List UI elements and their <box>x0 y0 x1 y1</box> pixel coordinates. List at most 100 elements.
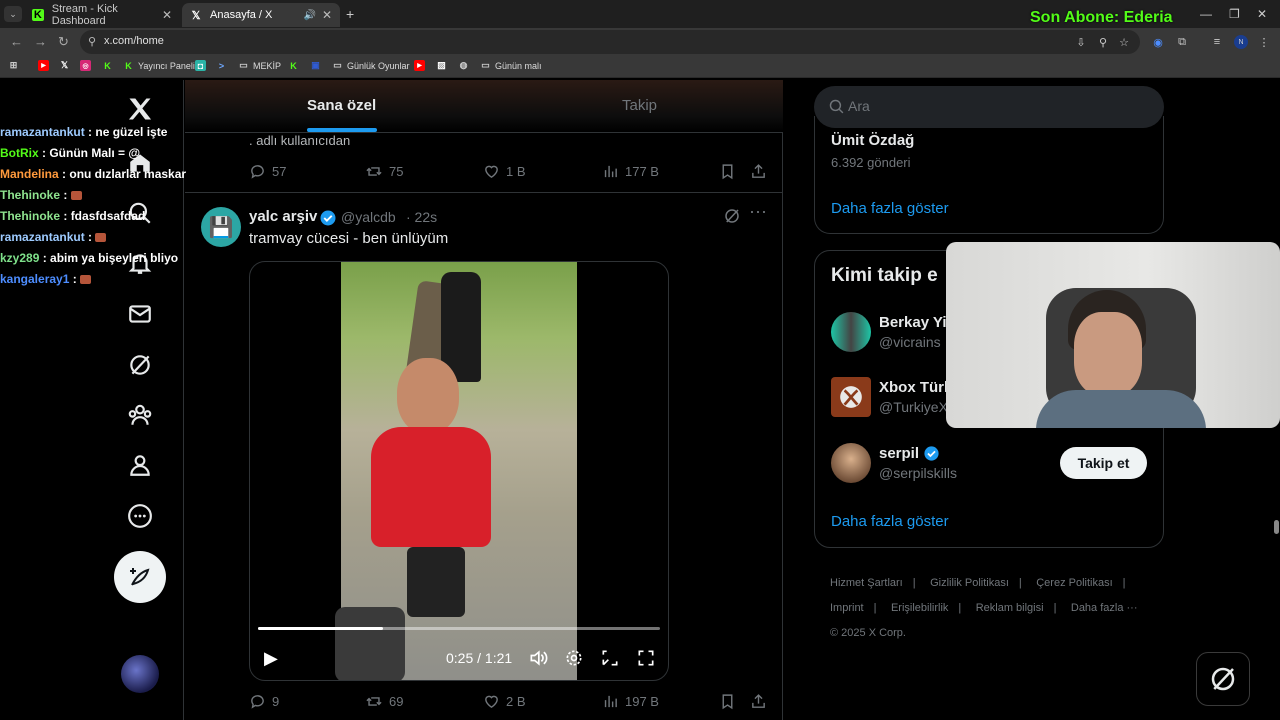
apps-grid-icon[interactable]: ⊞ <box>8 60 23 71</box>
media-control-icon[interactable]: ≡ <box>1211 36 1223 48</box>
zoom-icon[interactable]: ⚲ <box>1097 36 1109 49</box>
like-button[interactable]: 2 B <box>483 693 526 710</box>
like-button[interactable]: 1 B <box>483 163 526 180</box>
author-name[interactable]: yalc arşiv <box>249 208 317 225</box>
follow-button[interactable]: Takip et <box>1060 447 1147 479</box>
bookmark-image[interactable]: ▨ <box>436 60 451 71</box>
settings-gear-icon[interactable] <box>564 648 584 668</box>
bookmark-globe[interactable]: ◍ <box>458 60 473 71</box>
repost-button[interactable]: 75 <box>365 163 403 180</box>
tab-kick-dashboard[interactable]: K Stream - Kick Dashboard ✕ <box>24 3 180 27</box>
show-more-link[interactable]: Daha fazla göster <box>831 513 949 530</box>
bookmark-prime[interactable]: > <box>216 60 231 71</box>
bookmark-button[interactable] <box>719 693 742 710</box>
bookmark-instagram[interactable]: ◎ <box>80 60 95 71</box>
back-arrow-icon[interactable]: ← <box>10 34 23 49</box>
page-scrollbar[interactable] <box>1274 520 1279 534</box>
tab-x-home[interactable]: 𝕏 Anasayfa / X 🔊 ✕ <box>182 3 340 27</box>
user-avatar[interactable] <box>831 312 871 352</box>
bookmark-x[interactable]: 𝕏 <box>59 60 74 71</box>
x-logo-icon[interactable] <box>125 94 155 124</box>
user-name[interactable]: Berkay Yi <box>879 314 947 331</box>
bookmark-mekip[interactable]: ▭ MEKİP <box>238 60 281 71</box>
profile-avatar[interactable]: N <box>1234 35 1248 49</box>
bookmark-gunun-mali[interactable]: ▭ Günün malı <box>480 60 541 71</box>
post-time[interactable]: · 22s <box>406 209 437 225</box>
messages-envelope-icon[interactable] <box>125 299 155 329</box>
reply-button[interactable]: 9 <box>249 693 279 710</box>
menu-kebab-icon[interactable]: ⋮ <box>1258 36 1270 49</box>
url-text[interactable]: x.com/home <box>104 35 164 47</box>
footer-link[interactable]: Hizmet Şartları <box>830 577 903 589</box>
show-more-link[interactable]: Daha fazla göster <box>831 200 949 217</box>
grok-icon[interactable] <box>125 350 155 380</box>
bookmark-gunluk-oyunlar[interactable]: ▭ Günlük Oyunlar <box>332 60 409 71</box>
volume-icon[interactable] <box>528 648 548 668</box>
site-info-icon[interactable]: ⚲ <box>88 35 96 48</box>
communities-icon[interactable] <box>125 400 155 430</box>
footer-link[interactable]: Reklam bilgisi <box>976 602 1044 614</box>
tab-search-button[interactable]: ⌄ <box>4 6 22 22</box>
install-app-icon[interactable]: ⇩ <box>1075 36 1087 49</box>
bookmark-youtube[interactable]: ▶ <box>38 60 53 71</box>
author-avatar[interactable]: 💾 <box>201 207 241 247</box>
close-icon[interactable]: ✕ <box>322 8 332 22</box>
user-name[interactable]: Xbox Türk <box>879 379 952 396</box>
suggestion-berkay[interactable]: Berkay Yi @vicrains <box>831 312 947 352</box>
bookmark-ext[interactable]: ◘ <box>195 60 210 71</box>
window-close-button[interactable]: ✕ <box>1257 7 1267 21</box>
profile-icon[interactable] <box>125 450 155 480</box>
video-frame[interactable] <box>335 262 577 680</box>
xbox-logo-avatar[interactable] <box>831 377 871 417</box>
bookmark-kick-2[interactable]: K <box>288 60 303 71</box>
puzzle-extensions-icon[interactable]: ⧉ <box>1176 36 1188 48</box>
grok-floating-button[interactable] <box>1196 652 1250 706</box>
previous-post[interactable]: . adlı kullanıcıdan 57 75 1 B 177 B <box>185 133 783 193</box>
video-progress-track[interactable] <box>258 627 660 630</box>
footer-link[interactable]: Gizlilik Politikası <box>930 577 1009 589</box>
more-options-icon[interactable]: ··· <box>749 201 767 222</box>
bookmark-yayinci-paneli[interactable]: K Yayıncı Paneli <box>123 60 195 71</box>
tab-following[interactable]: Takip <box>622 97 657 114</box>
more-options-icon[interactable] <box>125 501 155 531</box>
views-button[interactable]: 177 B <box>602 163 659 180</box>
trend-name[interactable]: Ümit Özdağ <box>831 132 914 149</box>
play-icon[interactable]: ▶ <box>264 648 278 669</box>
suggestion-serpil[interactable]: serpil @serpilskills <box>831 443 957 483</box>
video-player[interactable]: ▶ 0:25 / 1:21 <box>249 261 669 681</box>
repost-button[interactable]: 69 <box>365 693 403 710</box>
bookmark-mail[interactable]: ▣ <box>310 60 325 71</box>
picture-in-picture-icon[interactable] <box>600 648 620 668</box>
more-footer-link[interactable]: Daha fazla ··· <box>1071 602 1138 614</box>
search-input[interactable]: Ara <box>848 98 870 114</box>
footer-link[interactable]: Çerez Politikası <box>1036 577 1112 589</box>
share-button[interactable] <box>750 163 773 180</box>
suggestion-xbox[interactable]: Xbox Türk @TurkiyeX <box>831 377 952 417</box>
user-avatar[interactable] <box>831 443 871 483</box>
share-button[interactable] <box>750 693 773 710</box>
bookmark-kick[interactable]: K <box>102 60 117 71</box>
minimize-button[interactable]: — <box>1200 7 1212 21</box>
bookmark-youtube-2[interactable]: ▶ <box>414 60 429 71</box>
star-bookmark-icon[interactable]: ☆ <box>1118 36 1130 49</box>
new-tab-button[interactable]: + <box>346 6 354 22</box>
author-handle[interactable]: @yalcdb <box>341 209 396 225</box>
compose-post-button[interactable] <box>114 551 166 603</box>
views-button[interactable]: 197 B <box>602 693 659 710</box>
tab-for-you[interactable]: Sana özel <box>307 97 376 114</box>
grok-explain-icon[interactable] <box>723 207 741 225</box>
footer-link[interactable]: Erişilebilirlik <box>891 602 948 614</box>
user-name[interactable]: serpil <box>879 445 919 462</box>
account-avatar[interactable] <box>121 655 159 693</box>
speaker-icon[interactable]: 🔊 <box>304 10 316 21</box>
reply-button[interactable]: 57 <box>249 163 286 180</box>
close-icon[interactable]: ✕ <box>162 8 172 22</box>
forward-arrow-icon[interactable]: → <box>34 34 47 49</box>
extension-icon[interactable]: ◉ <box>1152 36 1164 49</box>
footer-link[interactable]: Imprint <box>830 602 864 614</box>
bookmark-button[interactable] <box>719 163 742 180</box>
address-bar[interactable]: ⚲ <box>80 30 1140 54</box>
reload-icon[interactable]: ↻ <box>58 34 69 50</box>
maximize-button[interactable]: ❐ <box>1229 7 1240 21</box>
fullscreen-icon[interactable] <box>636 648 656 668</box>
